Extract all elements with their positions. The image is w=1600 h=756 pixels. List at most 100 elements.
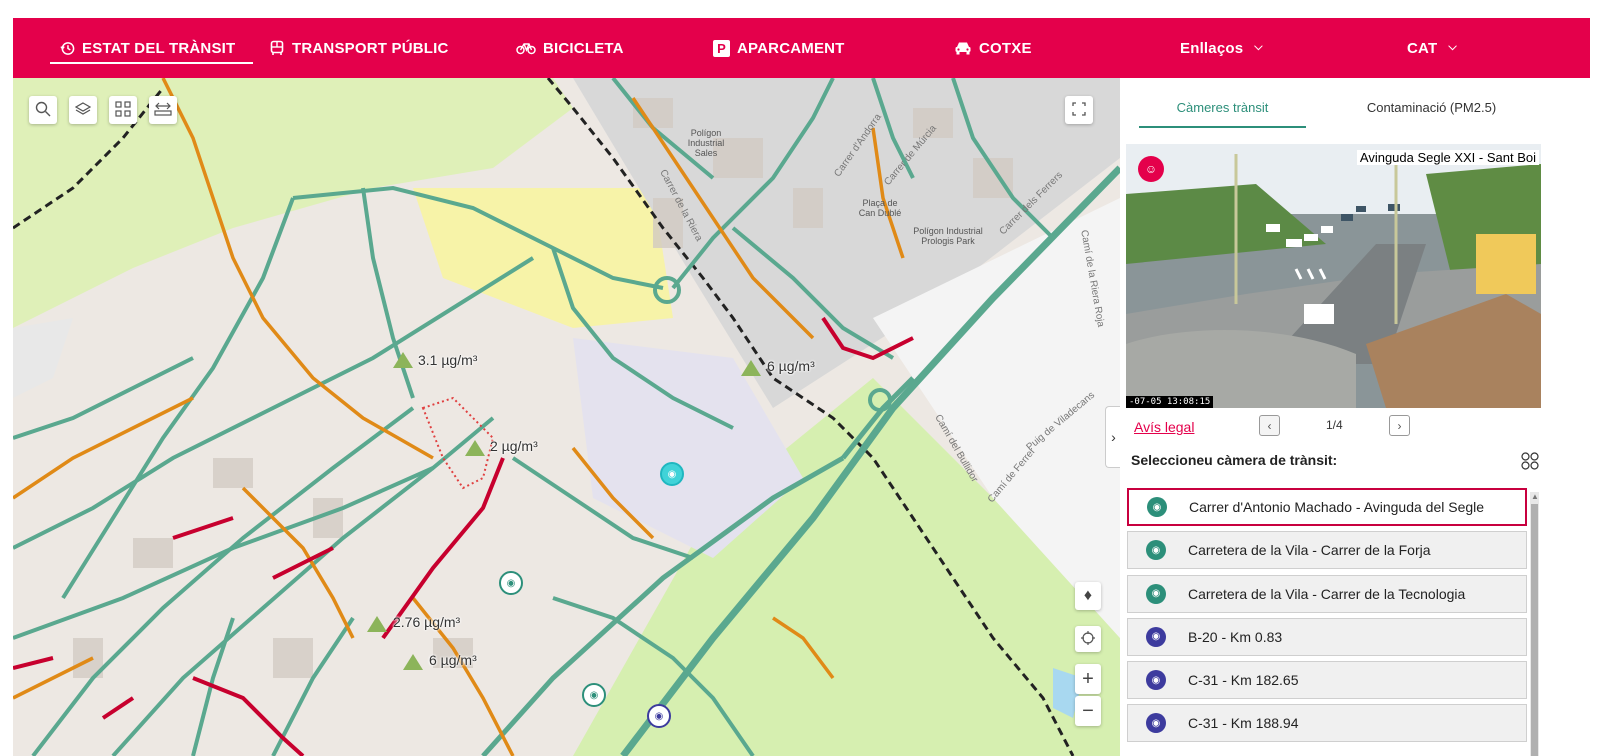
locate-button[interactable] xyxy=(1075,626,1101,652)
camera-list-scrollbar[interactable]: ▲ xyxy=(1530,492,1539,756)
chevron-down-icon: ⌵ xyxy=(1254,40,1263,53)
nav-car[interactable]: COTXE xyxy=(954,18,1032,78)
compass-button[interactable]: ♦ xyxy=(1075,582,1101,610)
map-qr-button[interactable] xyxy=(109,96,137,124)
nav-language-dropdown[interactable]: CAT ⌵ xyxy=(1407,18,1457,78)
camera-icon: ◉ xyxy=(1146,670,1166,691)
bicycle-icon xyxy=(516,41,536,55)
pm-marker-icon[interactable] xyxy=(403,654,423,670)
camera-name: Carretera de la Vila - Carrer de la Forj… xyxy=(1188,542,1431,559)
camera-marker-icon[interactable]: ◉ xyxy=(499,571,523,595)
map-measure-button[interactable] xyxy=(149,96,177,124)
camera-list-item[interactable]: ◉ Carretera de la Vila - Carrer de la For… xyxy=(1127,531,1527,570)
pm-value-label: 6 µg/m³ xyxy=(767,358,815,374)
panel-tabs: Càmeres trànsit Contaminació (PM2.5) xyxy=(1139,100,1539,128)
legal-notice-link[interactable]: Avís legal xyxy=(1134,419,1194,435)
minus-icon: − xyxy=(1082,699,1094,722)
camera-icon: ◉ xyxy=(1146,713,1166,734)
tab-traffic-cameras[interactable]: Càmeres trànsit xyxy=(1139,100,1306,128)
tab-pollution[interactable]: Contaminació (PM2.5) xyxy=(1349,100,1514,126)
traffic-map[interactable]: ♦ + − › 3.1 µg/m³ 6 µg/m³ 2 µg/m³ 2.76 µ… xyxy=(13,78,1120,756)
pm-value-label: 2 µg/m³ xyxy=(490,438,538,454)
camera-panel: Càmeres trànsit Contaminació (PM2.5) ☺ A… xyxy=(1121,78,1550,756)
map-layers-button[interactable] xyxy=(69,96,97,124)
top-navigation-bar: ESTAT DEL TRÀNSIT TRANSPORT PÚBLIC BICIC… xyxy=(13,18,1590,78)
chevron-left-icon: ‹ xyxy=(1267,418,1272,433)
map-canvas xyxy=(13,78,1120,756)
next-camera-button[interactable]: › xyxy=(1389,415,1410,436)
crosshair-icon xyxy=(1081,630,1095,648)
previous-camera-button[interactable]: ‹ xyxy=(1259,415,1280,436)
camera-select-label: Seleccioneu càmera de trànsit: xyxy=(1131,452,1338,468)
camera-list-item[interactable]: ◉ Carrer d'Antonio Machado - Avinguda del… xyxy=(1127,488,1527,526)
layers-icon xyxy=(74,101,92,120)
camera-name: Carrer d'Antonio Machado - Avinguda del … xyxy=(1189,499,1485,515)
nav-label: CAT xyxy=(1407,39,1438,57)
nav-label: APARCAMENT xyxy=(737,39,845,57)
place-label: Polígon Industrial Sales xyxy=(687,128,725,158)
place-label: Plaça de Can Dublé xyxy=(858,198,902,218)
camera-icon: ◉ xyxy=(1146,583,1166,604)
camera-list-item[interactable]: ◉ B-20 - Km 0.83 xyxy=(1127,617,1527,656)
grid-view-icon[interactable] xyxy=(1521,452,1539,470)
nav-parking[interactable]: P APARCAMENT xyxy=(713,18,845,78)
camera-list-item[interactable]: ◉ Carretera de la Vila - Carrer de la Tec… xyxy=(1127,574,1527,613)
chevron-down-icon: ⌵ xyxy=(1448,40,1457,53)
fullscreen-icon xyxy=(1072,101,1086,119)
camera-name: C-31 - Km 188.94 xyxy=(1188,715,1299,732)
bus-icon xyxy=(269,40,285,56)
chevron-right-icon: › xyxy=(1397,418,1402,433)
chevron-right-icon: › xyxy=(1111,429,1116,445)
camera-snapshot: ☺ Avinguda Segle XXI - Sant Boi -07-05 1… xyxy=(1126,144,1541,408)
camera-logo-icon: ☺ xyxy=(1138,156,1164,182)
zoom-out-button[interactable]: − xyxy=(1075,696,1101,726)
fullscreen-button[interactable] xyxy=(1065,96,1093,124)
search-icon xyxy=(35,101,51,120)
nav-links-dropdown[interactable]: Enllaços ⌵ xyxy=(1180,18,1263,78)
pm-marker-icon[interactable] xyxy=(393,352,413,368)
panel-toggle-button[interactable]: › xyxy=(1105,406,1120,468)
nav-label: BICICLETA xyxy=(543,39,624,57)
camera-list: ◉ Carrer d'Antonio Machado - Avinguda del… xyxy=(1127,488,1527,748)
nav-label: ESTAT DEL TRÀNSIT xyxy=(82,39,236,57)
camera-timestamp: -07-05 13:08:15 xyxy=(1126,396,1214,408)
zoom-in-button[interactable]: + xyxy=(1075,664,1101,694)
camera-name: Carretera de la Vila - Carrer de la Tecn… xyxy=(1188,585,1466,602)
pm-value-label: 6 µg/m³ xyxy=(429,652,477,668)
camera-name: C-31 - Km 182.65 xyxy=(1188,672,1299,689)
pm-value-label: 2.76 µg/m³ xyxy=(393,614,461,630)
map-search-button[interactable] xyxy=(29,96,57,124)
camera-marker-icon[interactable]: ◉ xyxy=(647,704,671,728)
pm-marker-icon[interactable] xyxy=(367,616,387,632)
camera-icon: ◉ xyxy=(1146,626,1166,647)
camera-marker-icon[interactable]: ◉ xyxy=(660,462,684,486)
qr-code-icon xyxy=(115,100,131,120)
camera-name: B-20 - Km 0.83 xyxy=(1188,628,1283,645)
nav-bicycle[interactable]: BICICLETA xyxy=(516,18,624,78)
camera-caption: Avinguda Segle XXI - Sant Boi xyxy=(1356,150,1539,165)
pm-marker-icon[interactable] xyxy=(465,440,485,456)
camera-scene xyxy=(1126,144,1541,408)
history-icon xyxy=(60,41,75,56)
camera-icon: ◉ xyxy=(1146,540,1166,561)
pm-value-label: 3.1 µg/m³ xyxy=(418,352,478,368)
nav-traffic-status[interactable]: ESTAT DEL TRÀNSIT xyxy=(49,18,254,78)
camera-list-item[interactable]: ◉ C-31 - Km 188.94 xyxy=(1127,704,1527,743)
nav-label: TRANSPORT PÚBLIC xyxy=(292,39,449,57)
ruler-icon xyxy=(154,101,172,120)
plus-icon: + xyxy=(1082,667,1094,690)
parking-icon: P xyxy=(713,39,730,57)
camera-marker-icon[interactable]: ◉ xyxy=(582,683,606,707)
car-icon xyxy=(954,41,972,55)
scroll-up-icon[interactable]: ▲ xyxy=(1531,492,1539,501)
scrollbar-thumb[interactable] xyxy=(1531,504,1538,756)
camera-pager: 1/4 xyxy=(1326,418,1343,432)
camera-list-item[interactable]: ◉ C-31 - Km 182.65 xyxy=(1127,661,1527,700)
nav-public-transport[interactable]: TRANSPORT PÚBLIC xyxy=(269,18,449,78)
place-label: Polígon Industrial Prologis Park xyxy=(913,226,983,246)
camera-icon: ◉ xyxy=(1147,497,1167,517)
pm-marker-icon[interactable] xyxy=(741,360,761,376)
nav-label: COTXE xyxy=(979,39,1032,57)
nav-label: Enllaços xyxy=(1180,39,1244,57)
compass-icon: ♦ xyxy=(1083,587,1093,604)
